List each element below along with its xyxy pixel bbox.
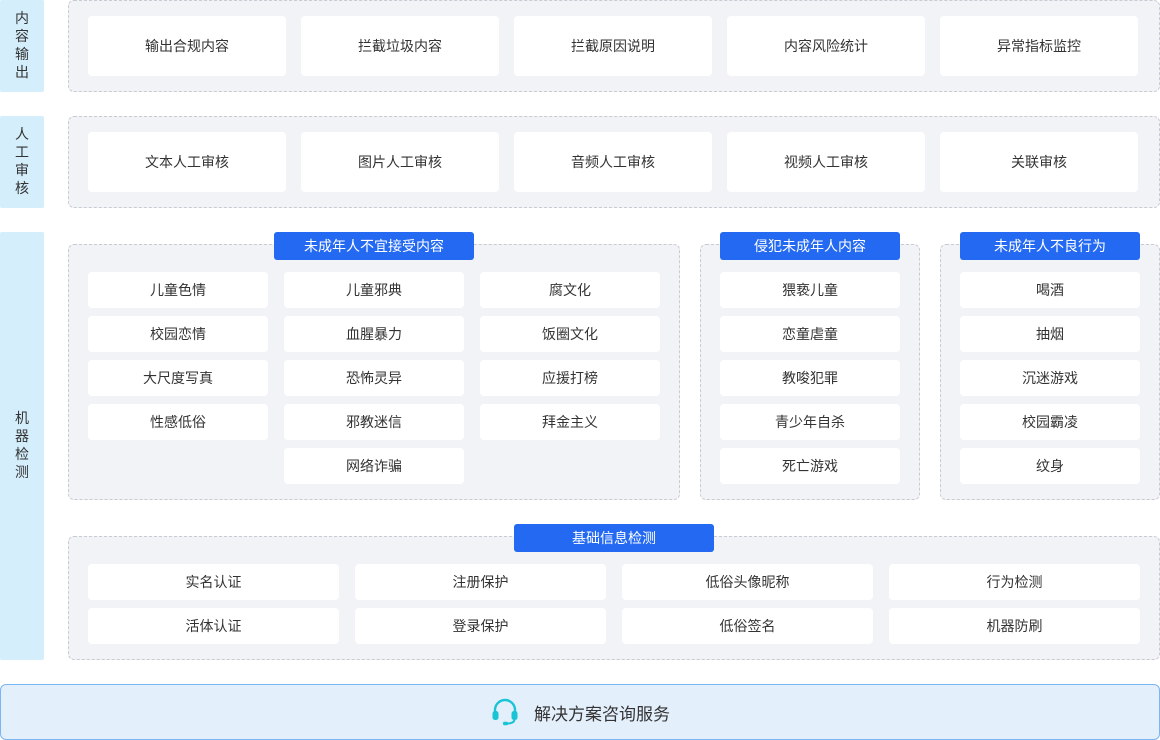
basic-item: 实名认证 [88, 564, 339, 600]
behavior-item: 抽烟 [960, 316, 1140, 352]
basic-item: 机器防刷 [889, 608, 1140, 644]
side-label-machine-text: 机器检测 [15, 411, 29, 481]
side-label-machine: 机器检测 [0, 232, 44, 660]
infringement-item: 猥亵儿童 [720, 272, 900, 308]
manual-item: 图片人工审核 [301, 132, 499, 192]
unsuitable-item: 校园恋情 [88, 316, 268, 352]
unsuitable-item: 应援打榜 [480, 360, 660, 396]
unsuitable-item: 拜金主义 [480, 404, 660, 440]
side-label-manual: 人工审核 [0, 116, 44, 208]
unsuitable-item: 饭圈文化 [480, 316, 660, 352]
minors-behavior-panel: 喝酒 抽烟 沉迷游戏 校园霸凌 纹身 [940, 244, 1160, 500]
output-item: 拦截垃圾内容 [301, 16, 499, 76]
minors-behavior-title: 未成年人不良行为 [960, 232, 1140, 260]
side-label-manual-text: 人工审核 [15, 127, 29, 197]
side-label-output-text: 内容输出 [15, 11, 29, 81]
unsuitable-item: 网络诈骗 [284, 448, 464, 484]
unsuitable-item: 儿童色情 [88, 272, 268, 308]
minors-infringement-panel: 猥亵儿童 恋童虐童 教唆犯罪 青少年自杀 死亡游戏 [700, 244, 920, 500]
minors-infringement-title: 侵犯未成年人内容 [720, 232, 900, 260]
basic-detection-title: 基础信息检测 [514, 524, 714, 552]
manual-item: 音频人工审核 [514, 132, 712, 192]
basic-item: 登录保护 [355, 608, 606, 644]
unsuitable-item: 血腥暴力 [284, 316, 464, 352]
side-label-output: 内容输出 [0, 0, 44, 92]
unsuitable-item: 邪教迷信 [284, 404, 464, 440]
unsuitable-item: 大尺度写真 [88, 360, 268, 396]
output-item: 拦截原因说明 [514, 16, 712, 76]
basic-item: 行为检测 [889, 564, 1140, 600]
basic-detection-panel: 实名认证 注册保护 低俗头像昵称 行为检测 活体认证 登录保护 低俗签名 机器防… [68, 536, 1160, 660]
manual-item: 关联审核 [940, 132, 1138, 192]
unsuitable-item: 腐文化 [480, 272, 660, 308]
output-item: 输出合规内容 [88, 16, 286, 76]
behavior-item: 喝酒 [960, 272, 1140, 308]
output-item: 异常指标监控 [940, 16, 1138, 76]
minors-unsuitable-panel: 儿童色情 校园恋情 大尺度写真 性感低俗 儿童邪典 血腥暴力 恐怖灵异 邪教迷信… [68, 244, 680, 500]
basic-item: 活体认证 [88, 608, 339, 644]
unsuitable-item: 性感低俗 [88, 404, 268, 440]
manual-item: 视频人工审核 [727, 132, 925, 192]
infringement-item: 教唆犯罪 [720, 360, 900, 396]
manual-item: 文本人工审核 [88, 132, 286, 192]
output-panel: 输出合规内容 拦截垃圾内容 拦截原因说明 内容风险统计 异常指标监控 [68, 0, 1160, 92]
behavior-item: 沉迷游戏 [960, 360, 1140, 396]
unsuitable-item: 儿童邪典 [284, 272, 464, 308]
behavior-item: 纹身 [960, 448, 1140, 484]
unsuitable-item: 恐怖灵异 [284, 360, 464, 396]
headset-icon [490, 698, 520, 726]
solution-consult-label: 解决方案咨询服务 [534, 704, 670, 725]
basic-item: 注册保护 [355, 564, 606, 600]
basic-item: 低俗签名 [622, 608, 873, 644]
solution-consult-button[interactable]: 解决方案咨询服务 [0, 684, 1160, 740]
infringement-item: 死亡游戏 [720, 448, 900, 484]
output-item: 内容风险统计 [727, 16, 925, 76]
behavior-item: 校园霸凌 [960, 404, 1140, 440]
basic-item: 低俗头像昵称 [622, 564, 873, 600]
minors-unsuitable-title: 未成年人不宜接受内容 [274, 232, 474, 260]
manual-panel: 文本人工审核 图片人工审核 音频人工审核 视频人工审核 关联审核 [68, 116, 1160, 208]
infringement-item: 恋童虐童 [720, 316, 900, 352]
infringement-item: 青少年自杀 [720, 404, 900, 440]
